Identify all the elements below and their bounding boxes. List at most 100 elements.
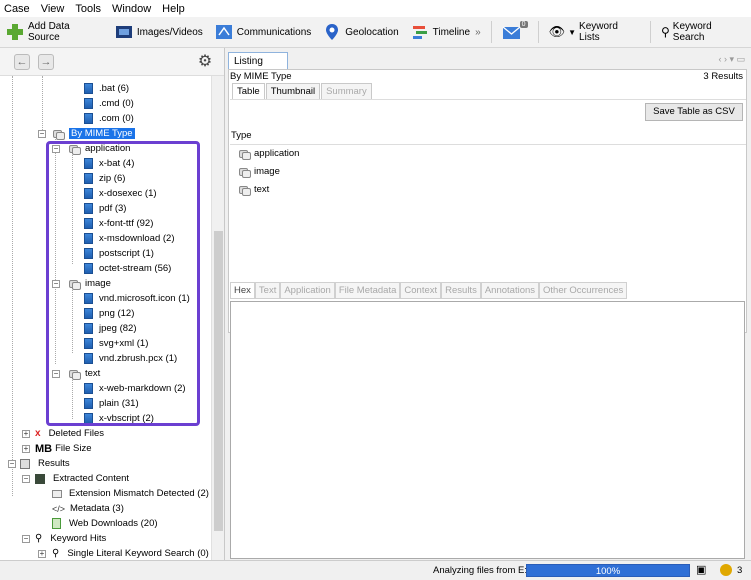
result-viewer-panel: Listing ‹ › ▾ ▭ By MIME Type 3 Results T… [228,48,751,560]
tab-listing[interactable]: Listing [228,52,288,70]
add-data-source-label: Add Data Source [28,21,70,43]
table-row[interactable]: image [238,166,280,178]
status-text: Analyzing files from E: [433,565,527,576]
menu-tools[interactable]: Tools [75,3,101,15]
menu-window[interactable]: Window [112,3,151,15]
folder-icon [52,129,65,140]
content-viewer-area [230,301,745,559]
forward-arrow-icon[interactable]: → [38,54,54,70]
timeline-icon [411,23,429,41]
tab-hex[interactable]: Hex [230,282,255,299]
mail-badge: 0 [519,21,528,28]
notification-icon[interactable] [720,564,732,576]
tree-item[interactable]: .cmd (0) [84,96,134,111]
expand-toggle[interactable]: + [38,550,46,558]
toolbar-divider [650,21,651,43]
menu-view[interactable]: View [41,3,65,15]
tab-thumbnail[interactable]: Thumbnail [265,83,321,99]
code-icon: </> [52,503,66,514]
keyword-search-button[interactable]: ⚲ Keyword Search [655,17,751,47]
expand-toggle[interactable]: + [22,430,30,438]
column-header-type[interactable]: Type [231,130,252,141]
dropdown-arrow-icon: ▼ [568,27,577,37]
collapse-toggle[interactable]: − [22,535,30,543]
panel-controls[interactable]: ‹ › ▾ ▭ [718,54,745,65]
extracted-content-icon [35,473,45,484]
plus-icon [6,23,24,41]
communications-icon [215,23,233,41]
geolocation-label: Geolocation [345,26,399,38]
tree-item-by-mime-type[interactable]: By MIME Type [52,126,135,141]
search-icon: ⚲ [52,548,60,559]
keyword-lists-button[interactable]: 👁 ▼ Keyword Lists [543,17,646,47]
toolbar-divider [490,21,492,43]
status-bar: Analyzing files from E: 100% ▣ 3 [0,560,751,580]
eye-icon: 👁 [548,24,566,39]
table-row[interactable]: text [238,184,269,196]
collapse-toggle[interactable]: − [22,475,30,483]
results-icon [20,458,30,469]
tab-annotations[interactable]: Annotations [480,282,540,299]
images-videos-button[interactable]: Images/Videos [109,17,209,47]
tree-item-results[interactable]: Results [20,456,70,471]
tree-scrollbar[interactable] [211,76,224,560]
tab-table[interactable]: Table [232,83,265,99]
tab-file-metadata[interactable]: File Metadata [334,282,401,299]
file-icon [84,113,93,124]
tree-nav-bar: ← → ⚙ [0,48,224,76]
keyword-search-label: Keyword Search [672,21,712,43]
add-data-source-button[interactable]: Add Data Source [0,17,109,47]
tree-item[interactable]: Web Downloads (20) [52,516,158,531]
tab-summary[interactable]: Summary [321,83,372,99]
tab-other-occurrences[interactable]: Other Occurrences [539,282,628,299]
collapse-toggle[interactable]: − [38,130,46,138]
tree-item-deleted-files[interactable]: x Deleted Files [35,426,104,441]
menu-case[interactable]: Case [4,3,30,15]
folder-icon [238,185,251,196]
toolbar-divider [537,21,539,43]
tree-item[interactable]: ⚲ Single Literal Keyword Search (0) [52,546,209,560]
back-arrow-icon[interactable]: ← [14,54,30,70]
tree-item-keyword-hits[interactable]: ⚲ Keyword Hits [35,531,106,546]
tree-item[interactable]: Extension Mismatch Detected (2) [52,486,209,501]
tree-item[interactable]: .com (0) [84,111,134,126]
file-icon [84,83,93,94]
tree-item[interactable]: </> Metadata (3) [52,501,124,516]
tab-context[interactable]: Context [400,282,442,299]
search-icon: ⚲ [660,25,670,39]
download-icon [52,518,61,529]
timeline-label: Timeline [432,26,471,38]
gear-icon[interactable]: ⚙ [196,53,214,71]
expand-toggle[interactable]: + [22,445,30,453]
file-icon [84,98,93,109]
folder-icon [238,149,251,160]
tree-item-extracted-content[interactable]: Extracted Content [35,471,129,486]
tree-item[interactable]: .bat (6) [84,81,129,96]
mismatch-icon [52,489,62,498]
mb-icon: MB [35,442,53,455]
communications-button[interactable]: Communications [209,17,317,47]
listing-title: By MIME Type [230,71,292,82]
tab-text[interactable]: Text [254,282,281,299]
images-videos-label: Images/Videos [136,26,203,38]
folder-icon [238,167,251,178]
notification-count: 3 [737,565,743,576]
content-viewer-tabs: Hex Text Application File Metadata Conte… [230,282,628,299]
menu-help[interactable]: Help [162,3,185,15]
menu-bar: Case View Tools Window Help [0,0,751,17]
cancel-ingest-icon[interactable]: ▣ [696,563,706,576]
mail-button[interactable]: 0 [496,17,534,47]
collapse-toggle[interactable]: − [8,460,16,468]
timeline-button[interactable]: Timeline » [405,17,487,47]
tab-results[interactable]: Results [441,282,481,299]
keyword-lists-label: Keyword Lists [579,21,618,43]
tab-application[interactable]: Application [280,282,335,299]
tree-item-file-size[interactable]: MB File Size [35,441,92,456]
listing-subtabs: Table Thumbnail Summary [232,83,373,99]
save-table-csv-button[interactable]: Save Table as CSV [645,103,743,121]
table-row[interactable]: application [238,148,299,160]
deleted-files-icon: x [35,428,41,439]
geolocation-button[interactable]: Geolocation [317,17,404,47]
scrollbar-thumb[interactable] [214,231,223,531]
ingest-progress-bar: 100% [526,564,690,577]
